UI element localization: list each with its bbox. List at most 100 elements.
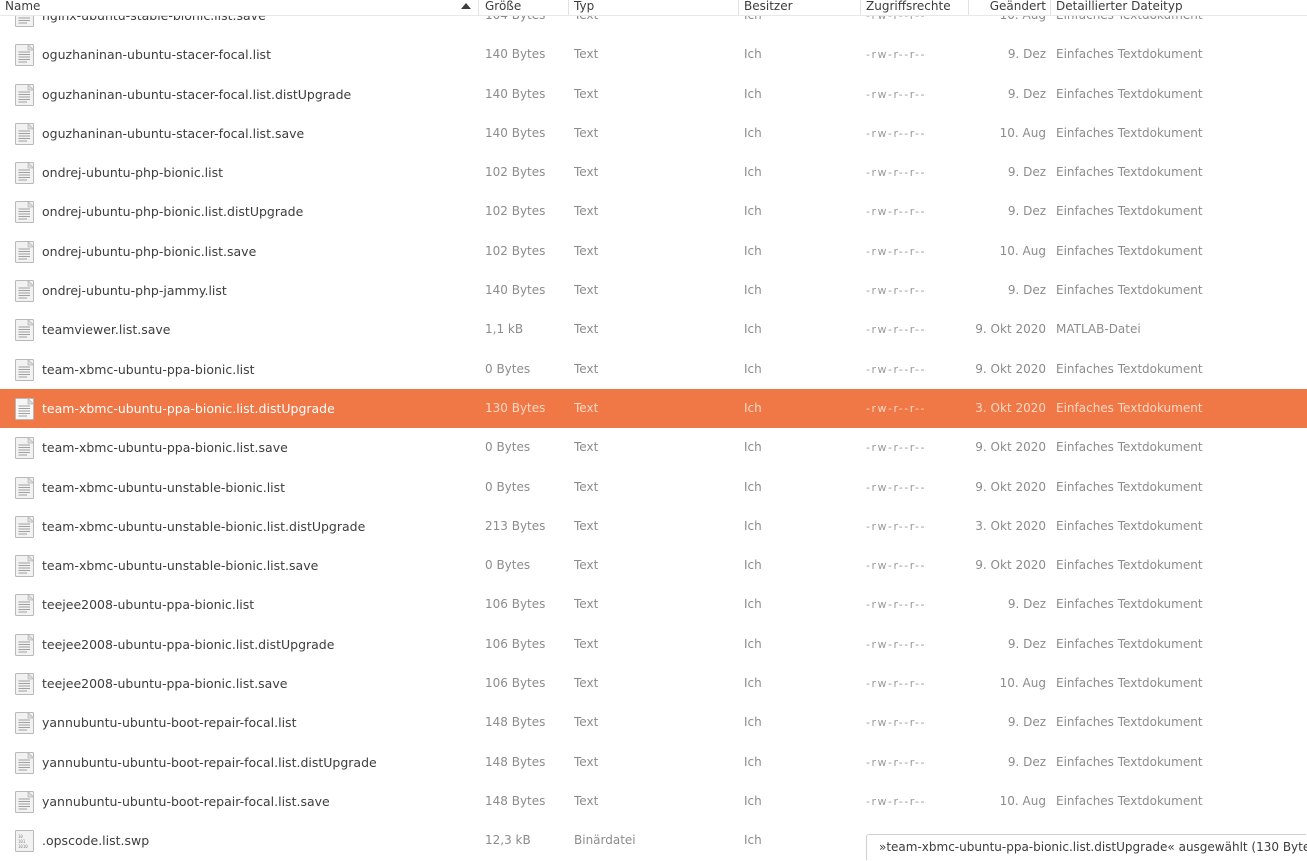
column-header-owner[interactable]: Besitzer: [744, 0, 793, 15]
file-type: Text: [574, 518, 599, 533]
text-file-icon: [15, 240, 35, 263]
file-detailed-type: Einfaches Textdokument: [1056, 86, 1203, 101]
file-row[interactable]: yannubuntu-ubuntu-boot-repair-focal.list…: [0, 782, 1307, 821]
file-name: ondrej-ubuntu-php-jammy.list: [42, 283, 227, 299]
column-header-name[interactable]: Name: [5, 0, 40, 15]
file-type: Text: [574, 243, 599, 258]
file-row[interactable]: teejee2008-ubuntu-ppa-bionic.list 106 Byt…: [0, 585, 1307, 624]
file-name: oguzhaninan-ubuntu-stacer-focal.list.sav…: [42, 125, 305, 141]
column-header-modified[interactable]: Geändert: [968, 0, 1046, 15]
column-separator[interactable]: [568, 0, 569, 15]
file-name: team-xbmc-ubuntu-unstable-bionic.list.sa…: [42, 558, 319, 574]
file-row[interactable]: team-xbmc-ubuntu-ppa-bionic.list.distUpg…: [0, 388, 1307, 429]
column-header-permissions[interactable]: Zugriffsrechte: [866, 0, 951, 15]
column-separator[interactable]: [478, 0, 479, 15]
file-owner: Ich: [744, 676, 762, 691]
file-type: Text: [574, 86, 599, 101]
file-type: Text: [574, 361, 599, 376]
file-row[interactable]: teejee2008-ubuntu-ppa-bionic.list.distUp…: [0, 625, 1307, 664]
file-type: Text: [574, 754, 599, 769]
file-size: 130 Bytes: [485, 400, 546, 415]
file-owner: Ich: [744, 558, 762, 573]
file-owner: Ich: [744, 204, 762, 219]
text-file-icon: [15, 358, 35, 381]
file-detailed-type: Einfaches Textdokument: [1056, 479, 1203, 494]
file-row[interactable]: team-xbmc-ubuntu-unstable-bionic.list.sa…: [0, 546, 1307, 585]
file-type: Text: [574, 165, 599, 180]
file-detailed-type: Einfaches Textdokument: [1056, 597, 1203, 612]
file-permissions: -rw-r--r--: [866, 637, 926, 651]
file-permissions: -rw-r--r--: [866, 677, 926, 691]
text-file-icon: [15, 122, 35, 145]
file-size: 102 Bytes: [485, 204, 546, 219]
file-owner: Ich: [744, 283, 762, 298]
file-row[interactable]: yannubuntu-ubuntu-boot-repair-focal.list…: [0, 703, 1307, 742]
file-name: ondrej-ubuntu-php-bionic.list: [42, 165, 224, 181]
file-type: Text: [574, 676, 599, 691]
file-owner: Ich: [744, 125, 762, 140]
file-modified: 9. Okt 2020: [975, 479, 1046, 494]
file-size: 140 Bytes: [485, 283, 546, 298]
sort-ascending-icon[interactable]: [461, 3, 471, 9]
file-type: Text: [574, 479, 599, 494]
file-row[interactable]: oguzhaninan-ubuntu-stacer-focal.list 140 …: [0, 35, 1307, 74]
file-row[interactable]: ondrej-ubuntu-php-bionic.list.save 102 By…: [0, 232, 1307, 271]
file-modified: 9. Dez: [1007, 86, 1046, 101]
file-owner: Ich: [744, 636, 762, 651]
file-row[interactable]: oguzhaninan-ubuntu-stacer-focal.list.sav…: [0, 114, 1307, 153]
file-type: Text: [574, 440, 599, 455]
file-detailed-type: Einfaches Textdokument: [1056, 636, 1203, 651]
file-row[interactable]: yannubuntu-ubuntu-boot-repair-focal.list…: [0, 743, 1307, 782]
file-type: Text: [574, 322, 599, 337]
file-row[interactable]: ondrej-ubuntu-php-jammy.list 140 Bytes Tex…: [0, 271, 1307, 310]
file-permissions: -rw-r--r--: [866, 480, 926, 494]
file-owner: Ich: [744, 322, 762, 337]
column-separator[interactable]: [738, 0, 739, 15]
file-type: Text: [574, 283, 599, 298]
file-type: Text: [574, 715, 599, 730]
file-row[interactable]: team-xbmc-ubuntu-unstable-bionic.list 0 B…: [0, 468, 1307, 507]
file-owner: Ich: [744, 400, 762, 415]
file-list[interactable]: nginx-ubuntu-stable-bionic.list.save104 …: [0, 0, 1307, 861]
file-row[interactable]: teamviewer.list.save 1,1 kB Text Ich -rw-r--…: [0, 310, 1307, 349]
file-row[interactable]: team-xbmc-ubuntu-unstable-bionic.list.di…: [0, 507, 1307, 546]
file-name: yannubuntu-ubuntu-boot-repair-focal.list…: [42, 793, 330, 809]
column-separator[interactable]: [1050, 0, 1051, 15]
text-file-icon: [15, 593, 35, 617]
file-detailed-type: Einfaches Textdokument: [1056, 793, 1203, 808]
file-modified: 9. Dez: [1007, 165, 1046, 180]
file-name: teejee2008-ubuntu-ppa-bionic.list: [42, 597, 255, 613]
file-owner: Ich: [744, 833, 762, 848]
file-type: Text: [574, 47, 599, 62]
file-owner: Ich: [744, 440, 762, 455]
file-owner: Ich: [744, 165, 762, 180]
file-permissions: -rw-r--r--: [866, 755, 926, 769]
file-detailed-type: Einfaches Textdokument: [1056, 165, 1203, 180]
file-row[interactable]: ondrej-ubuntu-php-bionic.list 102 Bytes Te…: [0, 153, 1307, 192]
file-detailed-type: Einfaches Textdokument: [1056, 204, 1203, 219]
file-permissions: -rw-r--r--: [866, 323, 926, 337]
column-header-detailed-type[interactable]: Detaillierter Dateityp: [1056, 0, 1183, 15]
file-modified: 10. Aug: [999, 793, 1046, 808]
file-row[interactable]: teejee2008-ubuntu-ppa-bionic.list.save 10…: [0, 664, 1307, 703]
file-detailed-type: Einfaches Textdokument: [1056, 754, 1203, 769]
file-type: Text: [574, 204, 599, 219]
file-owner: Ich: [744, 597, 762, 612]
file-row[interactable]: oguzhaninan-ubuntu-stacer-focal.list.dis…: [0, 75, 1307, 114]
file-row[interactable]: ondrej-ubuntu-php-bionic.list.distUpgrad…: [0, 192, 1307, 231]
file-row[interactable]: team-xbmc-ubuntu-ppa-bionic.list 0 Bytes T…: [0, 350, 1307, 389]
file-size: 106 Bytes: [485, 597, 546, 612]
file-permissions: -rw-r--r--: [866, 519, 926, 533]
file-name: teejee2008-ubuntu-ppa-bionic.list.distUp…: [42, 636, 335, 652]
file-permissions: -rw-r--r--: [866, 598, 926, 612]
column-separator[interactable]: [860, 0, 861, 15]
column-header-size[interactable]: Größe: [485, 0, 521, 15]
text-file-icon: [15, 161, 35, 185]
column-header-type[interactable]: Typ: [574, 0, 594, 15]
file-modified: 10. Aug: [999, 125, 1046, 140]
file-type: Binärdatei: [574, 833, 636, 848]
file-row[interactable]: team-xbmc-ubuntu-ppa-bionic.list.save 0 B…: [0, 428, 1307, 467]
file-size: 0 Bytes: [485, 558, 531, 573]
text-file-icon: [15, 515, 35, 538]
file-permissions: -rw-r--r--: [866, 244, 926, 258]
